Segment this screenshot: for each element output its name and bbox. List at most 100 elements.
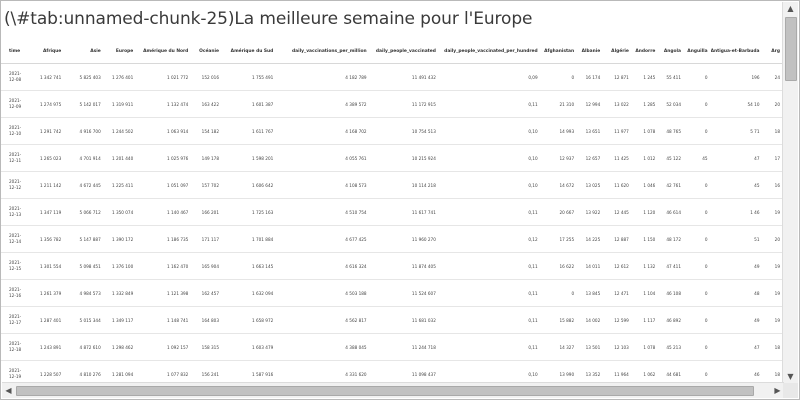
row-date-cell: 2021-12-11 xyxy=(1,144,27,172)
table-cell: 5 098 451 xyxy=(64,252,104,280)
table-cell: 1 104 xyxy=(631,279,659,307)
table-cell: 1 012 xyxy=(631,144,659,172)
table-cell: 1 587 916 xyxy=(222,360,277,383)
row-date-cell: 2021-12-15 xyxy=(1,252,27,280)
table-cell: 0,10 xyxy=(438,171,541,199)
column-header: Angola xyxy=(658,39,684,64)
table-cell: 0 xyxy=(684,279,711,307)
table-cell: 1 611 767 xyxy=(222,117,277,145)
row-date-cell: 2021-12-17 xyxy=(1,306,27,334)
table-row: 2021-12-18 1 243 891 4 872 610 1 298 462 1 0… xyxy=(1,333,783,361)
table-cell: 0 xyxy=(540,63,578,91)
table-cell: 149 178 xyxy=(191,144,222,172)
table-cell: 14 327 xyxy=(540,333,578,361)
horizontal-scrollbar[interactable]: ◀ ▶ xyxy=(2,382,784,398)
table-cell: 47 411 xyxy=(658,252,684,280)
table-cell: 1 244 502 xyxy=(103,117,137,145)
table-cell: 1 274 975 xyxy=(26,90,65,118)
table-cell: 13 501 xyxy=(577,333,604,361)
table-cell: 4 984 573 xyxy=(64,279,104,307)
table-cell: 10 215 924 xyxy=(369,144,439,172)
table-cell: 1 062 xyxy=(631,360,659,383)
scroll-down-arrow-icon[interactable]: ▼ xyxy=(784,370,797,383)
table-cell: 4 510 754 xyxy=(276,198,370,226)
table-cell: 11 874 405 xyxy=(369,252,439,280)
table-cell: 11 172 915 xyxy=(369,90,439,118)
table-cell: 15 882 xyxy=(540,306,578,334)
table-cell: 16 622 xyxy=(540,252,578,280)
row-date-cell: 2021-12-14 xyxy=(1,225,27,253)
table-cell: 1 077 832 xyxy=(136,360,192,383)
horizontal-scroll-thumb[interactable] xyxy=(16,386,754,396)
table-cell: 1 078 xyxy=(631,117,659,145)
table-cell: 1 150 xyxy=(631,225,659,253)
row-date-cell: 2021-12-09 xyxy=(1,90,27,118)
table-row: 2021-12-08 1 342 741 5 825 403 1 276 401 1 0… xyxy=(1,63,783,91)
table-cell: 16 xyxy=(762,171,783,199)
table-cell: 18 xyxy=(762,360,783,383)
table-cell: 1 603 479 xyxy=(222,333,277,361)
table-cell: 21 310 xyxy=(540,90,578,118)
table-cell: 152 016 xyxy=(191,63,222,91)
document-frame: (\#tab:unnamed-chunk-25)La meilleure sem… xyxy=(0,0,800,400)
column-header: Andorre xyxy=(631,39,659,64)
column-header: Afrique xyxy=(26,39,65,64)
table-cell: 45 xyxy=(710,171,763,199)
table-cell: 18 xyxy=(762,333,783,361)
table-row: 2021-12-14 1 356 782 5 147 887 1 390 172 1 1… xyxy=(1,225,783,253)
table-cell: 20 xyxy=(762,90,783,118)
table-cell: 1 350 074 xyxy=(103,198,137,226)
table-cell: 10 754 513 xyxy=(369,117,439,145)
table-cell: 4 388 045 xyxy=(276,333,370,361)
table-cell: 4 916 700 xyxy=(64,117,104,145)
table-cell: 19 xyxy=(762,198,783,226)
table-cell: 45 122 xyxy=(658,144,684,172)
table-cell: 1 606 642 xyxy=(222,171,277,199)
column-header: Asie xyxy=(64,39,104,64)
table-cell: 18 xyxy=(762,117,783,145)
table-cell: 0 xyxy=(684,225,711,253)
table-cell: 1 356 782 xyxy=(26,225,65,253)
table-cell: 5 147 887 xyxy=(64,225,104,253)
table-cell: 1 332 849 xyxy=(103,279,137,307)
table-cell: 4 872 610 xyxy=(64,333,104,361)
table-cell: 20 667 xyxy=(540,198,578,226)
table-cell: 1 658 972 xyxy=(222,306,277,334)
table-cell: 1 281 094 xyxy=(103,360,137,383)
table-cell: 0,10 xyxy=(438,360,541,383)
table-cell: 1 063 914 xyxy=(136,117,192,145)
scroll-up-arrow-icon[interactable]: ▲ xyxy=(784,2,797,15)
row-date-cell: 2021-12-13 xyxy=(1,198,27,226)
table-cell: 0,10 xyxy=(438,144,541,172)
table-cell: 1 228 507 xyxy=(26,360,65,383)
table-cell: 0 xyxy=(684,198,711,226)
table-cell: 13 025 xyxy=(577,171,604,199)
table-cell: 163 422 xyxy=(191,90,222,118)
table-cell: 158 315 xyxy=(191,333,222,361)
table-cell: 1 245 xyxy=(631,63,659,91)
table-cell: 14 011 xyxy=(577,252,604,280)
table-cell: 4 810 276 xyxy=(64,360,104,383)
table-cell: 45 213 xyxy=(658,333,684,361)
table-cell: 1 225 411 xyxy=(103,171,137,199)
table-cell: 1 021 772 xyxy=(136,63,192,91)
table-cell: 11 244 718 xyxy=(369,333,439,361)
table-cell: 24 xyxy=(762,63,783,91)
table-cell: 19 xyxy=(762,279,783,307)
table-cell: 1 276 401 xyxy=(103,63,137,91)
table-cell: 51 xyxy=(710,225,763,253)
table-cell: 11 491 432 xyxy=(369,63,439,91)
table-cell: 14 002 xyxy=(577,306,604,334)
table-cell: 12 471 xyxy=(603,279,632,307)
table-cell: 4 562 817 xyxy=(276,306,370,334)
table-cell: 0 xyxy=(684,90,711,118)
table-cell: 1 051 097 xyxy=(136,171,192,199)
table-cell: 4 616 324 xyxy=(276,252,370,280)
table-cell: 17 xyxy=(762,144,783,172)
table-cell: 1 078 xyxy=(631,333,659,361)
vertical-scroll-thumb[interactable] xyxy=(785,17,797,81)
table-viewport[interactable]: time Afrique Asie Europe Amérique du Nord Océ… xyxy=(1,39,783,383)
table-cell: 4 672 445 xyxy=(64,171,104,199)
scroll-left-arrow-icon[interactable]: ◀ xyxy=(2,384,15,397)
vertical-scrollbar[interactable]: ▲ ▼ xyxy=(782,2,798,383)
